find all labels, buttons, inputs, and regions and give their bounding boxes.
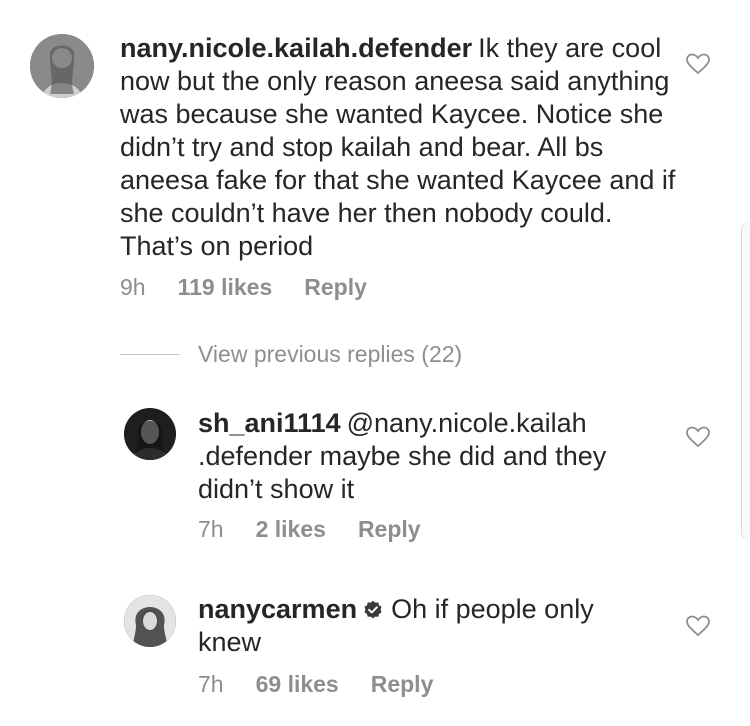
reply-username[interactable]: nanycarmen xyxy=(198,594,357,624)
comment: nany.nicole.kailah.defender Ik they are c… xyxy=(0,0,750,320)
avatar[interactable] xyxy=(30,34,94,98)
comment-body: Ik they are cool now but the only reason… xyxy=(120,33,676,261)
reply-button[interactable]: Reply xyxy=(371,671,434,697)
like-heart-icon[interactable] xyxy=(686,615,710,637)
avatar[interactable] xyxy=(124,595,176,647)
reply: sh_ani1114 @nany.nicole.kailah .defender … xyxy=(0,390,750,550)
like-heart-icon[interactable] xyxy=(686,426,710,448)
verified-badge-icon xyxy=(364,600,382,619)
reply-meta: 7h 2 likes Reply xyxy=(198,516,453,543)
reply-likes[interactable]: 2 likes xyxy=(256,516,326,542)
reply-text: nanycarmen Oh if people only knew xyxy=(198,593,598,659)
avatar[interactable] xyxy=(124,408,176,460)
reply-username[interactable]: sh_ani1114 xyxy=(198,408,341,438)
avatar-photo-icon xyxy=(30,34,94,98)
avatar-photo-icon xyxy=(124,408,176,460)
comment-text: nany.nicole.kailah.defender Ik they are c… xyxy=(120,32,680,263)
like-heart-icon[interactable] xyxy=(686,53,710,75)
reply-likes[interactable]: 69 likes xyxy=(256,671,339,697)
reply-timestamp: 7h xyxy=(198,516,224,542)
comment-meta: 9h 119 likes Reply xyxy=(120,274,399,301)
reply-timestamp: 7h xyxy=(198,671,224,697)
comment-username[interactable]: nany.nicole.kailah.defender xyxy=(120,33,472,63)
avatar-photo-icon xyxy=(124,595,176,647)
comment-timestamp: 9h xyxy=(120,274,146,300)
reply-button[interactable]: Reply xyxy=(304,274,367,300)
reply-meta: 7h 69 likes Reply xyxy=(198,671,465,698)
comment-likes[interactable]: 119 likes xyxy=(178,274,273,300)
reply: nanycarmen Oh if people only knew 7h 69 li… xyxy=(0,575,750,726)
reply-button[interactable]: Reply xyxy=(358,516,421,542)
divider xyxy=(120,353,180,355)
view-previous-replies[interactable]: View previous replies (22) xyxy=(120,340,462,368)
view-previous-replies-label[interactable]: View previous replies (22) xyxy=(198,341,462,368)
scrollbar[interactable] xyxy=(741,222,750,540)
reply-text: sh_ani1114 @nany.nicole.kailah .defender … xyxy=(198,407,628,506)
